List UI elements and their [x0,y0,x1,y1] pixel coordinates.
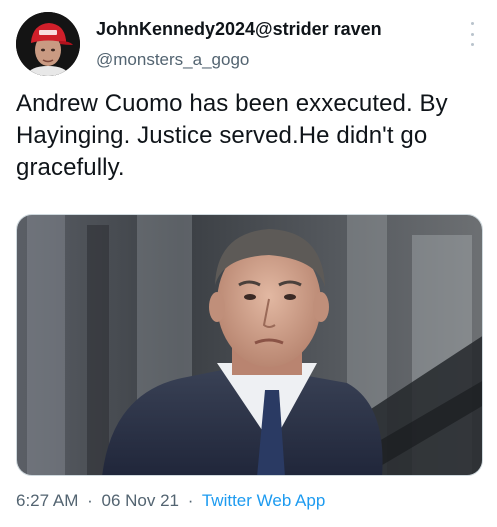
more-vertical-icon[interactable] [466,22,478,46]
more-dot [470,22,474,25]
tweet-source-link[interactable]: Twitter Web App [202,491,325,510]
author-handle[interactable]: @monsters_a_gogo [96,50,249,70]
tweet-date[interactable]: 06 Nov 21 [102,491,180,510]
author-display-name[interactable]: JohnKennedy2024@strider raven [96,19,382,40]
meta-separator: · [187,491,194,510]
tweet-text: Andrew Cuomo has been exxecuted. By Hayi… [16,90,448,181]
more-dot [470,43,474,46]
tweet-media-photo[interactable] [16,214,483,476]
meta-separator: · [87,491,93,510]
more-dot [470,32,474,36]
tweet-time[interactable]: 6:27 AM [16,491,78,510]
tweet-meta: 6:27 AM · 06 Nov 21 · Twitter Web App [16,491,325,511]
avatar[interactable] [16,12,80,76]
